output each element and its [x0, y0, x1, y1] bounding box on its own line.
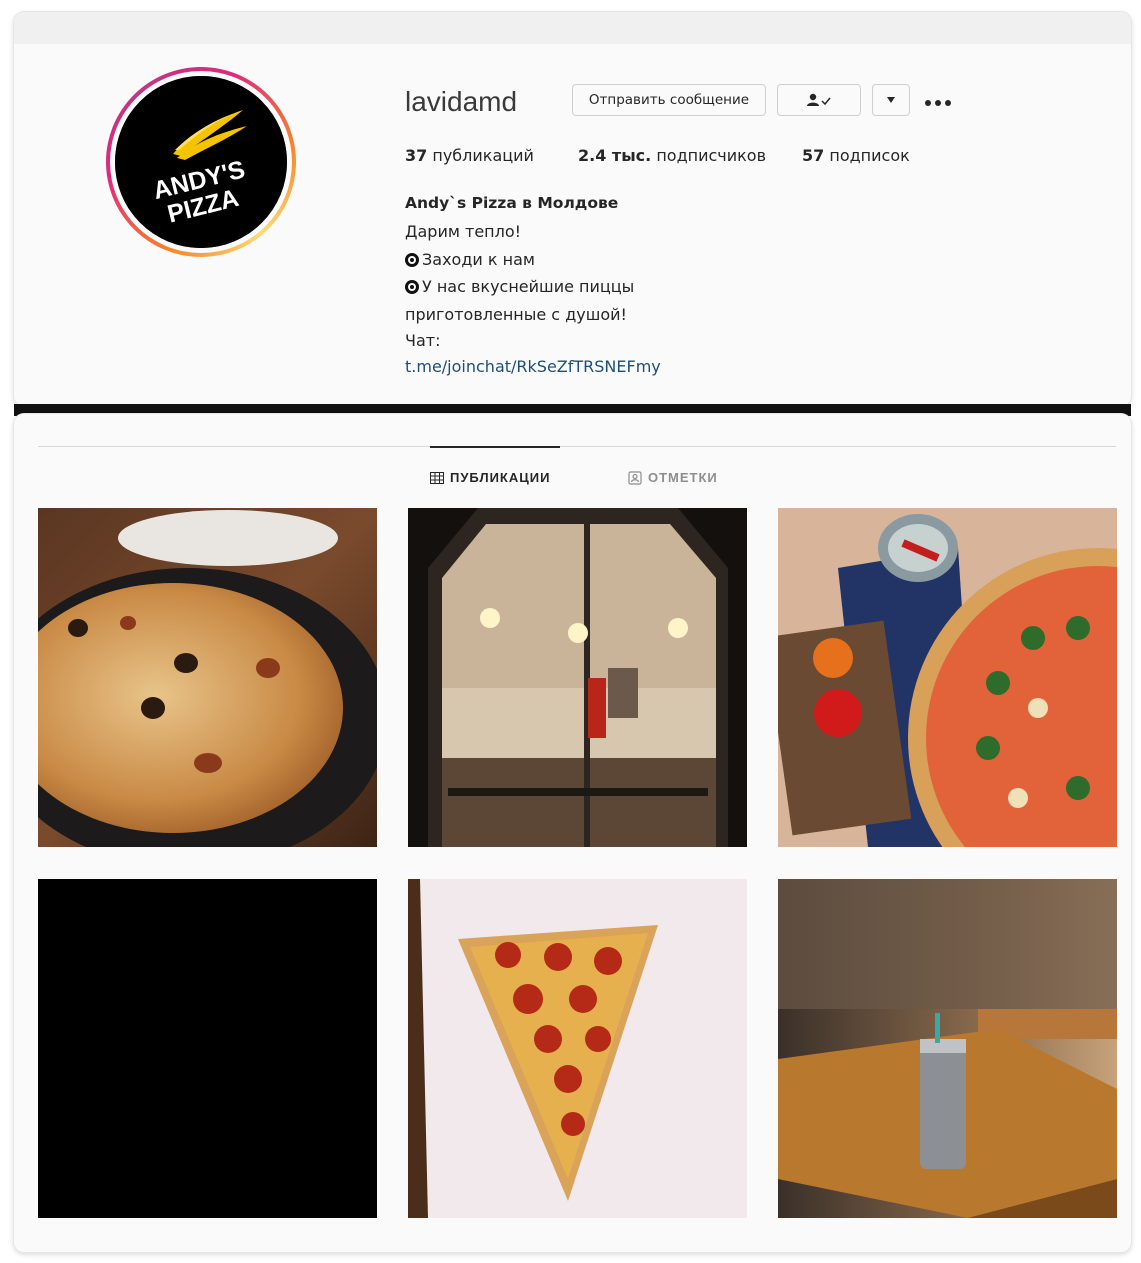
following-button[interactable]	[777, 84, 861, 116]
post-thumbnail[interactable]	[778, 508, 1117, 847]
post-thumbnail-black[interactable]	[38, 879, 377, 1218]
send-message-button[interactable]: Отправить сообщение	[572, 84, 766, 116]
tab-posts[interactable]: ПУБЛИКАЦИИ	[430, 470, 550, 485]
bio-line: Чат:	[405, 331, 441, 350]
target-icon	[405, 253, 419, 267]
cafe-table-photo	[778, 879, 1117, 1218]
posts-card: ПУБЛИКАЦИИ ОТМЕТКИ	[14, 414, 1131, 1252]
andys-pizza-logo: ANDY'S PIZZA	[115, 76, 287, 248]
pizza-photo	[38, 508, 377, 847]
target-icon	[405, 280, 419, 294]
storefront-photo	[408, 508, 747, 847]
story-ring[interactable]: ANDY'S PIZZA	[106, 67, 296, 257]
bio-line: приготовленные с душой!	[405, 305, 627, 324]
grid-icon	[430, 471, 444, 484]
post-thumbnail[interactable]	[408, 879, 747, 1218]
tagged-icon	[628, 470, 642, 485]
bio-line: Заходи к нам	[405, 250, 535, 269]
bio-line: У нас вкуснейшие пиццы	[405, 277, 634, 296]
bio-name: Andy`s Pizza в Молдове	[405, 194, 619, 212]
tabs-divider	[38, 446, 1116, 447]
post-thumbnail[interactable]	[408, 508, 747, 847]
posts-stat: 37 публикаций	[405, 146, 534, 165]
avatar[interactable]: ANDY'S PIZZA	[115, 76, 287, 248]
bio-link[interactable]: t.me/joinchat/RkSeZfTRSNEFmy	[405, 357, 661, 376]
tab-tagged[interactable]: ОТМЕТКИ	[628, 470, 718, 485]
browser-top-strip	[14, 12, 1131, 44]
post-thumbnail[interactable]	[38, 508, 377, 847]
post-thumbnail[interactable]	[778, 879, 1117, 1218]
active-tab-indicator	[430, 446, 560, 448]
profile-header-card: ANDY'S PIZZA lavidamd Отправить сообщени…	[14, 12, 1131, 406]
pepperoni-slice-photo	[408, 879, 747, 1218]
following-stat[interactable]: 57 подписок	[802, 146, 910, 165]
bio-line: Дарим тепло!	[405, 222, 522, 241]
more-options-icon[interactable]	[924, 92, 952, 108]
caret-down-icon	[887, 97, 895, 103]
user-check-icon	[807, 93, 831, 106]
profile-username: lavidamd	[405, 86, 518, 117]
followers-stat[interactable]: 2.4 тыс. подписчиков	[578, 146, 766, 165]
suggestions-dropdown-button[interactable]	[872, 84, 910, 116]
margherita-photo	[778, 508, 1117, 847]
